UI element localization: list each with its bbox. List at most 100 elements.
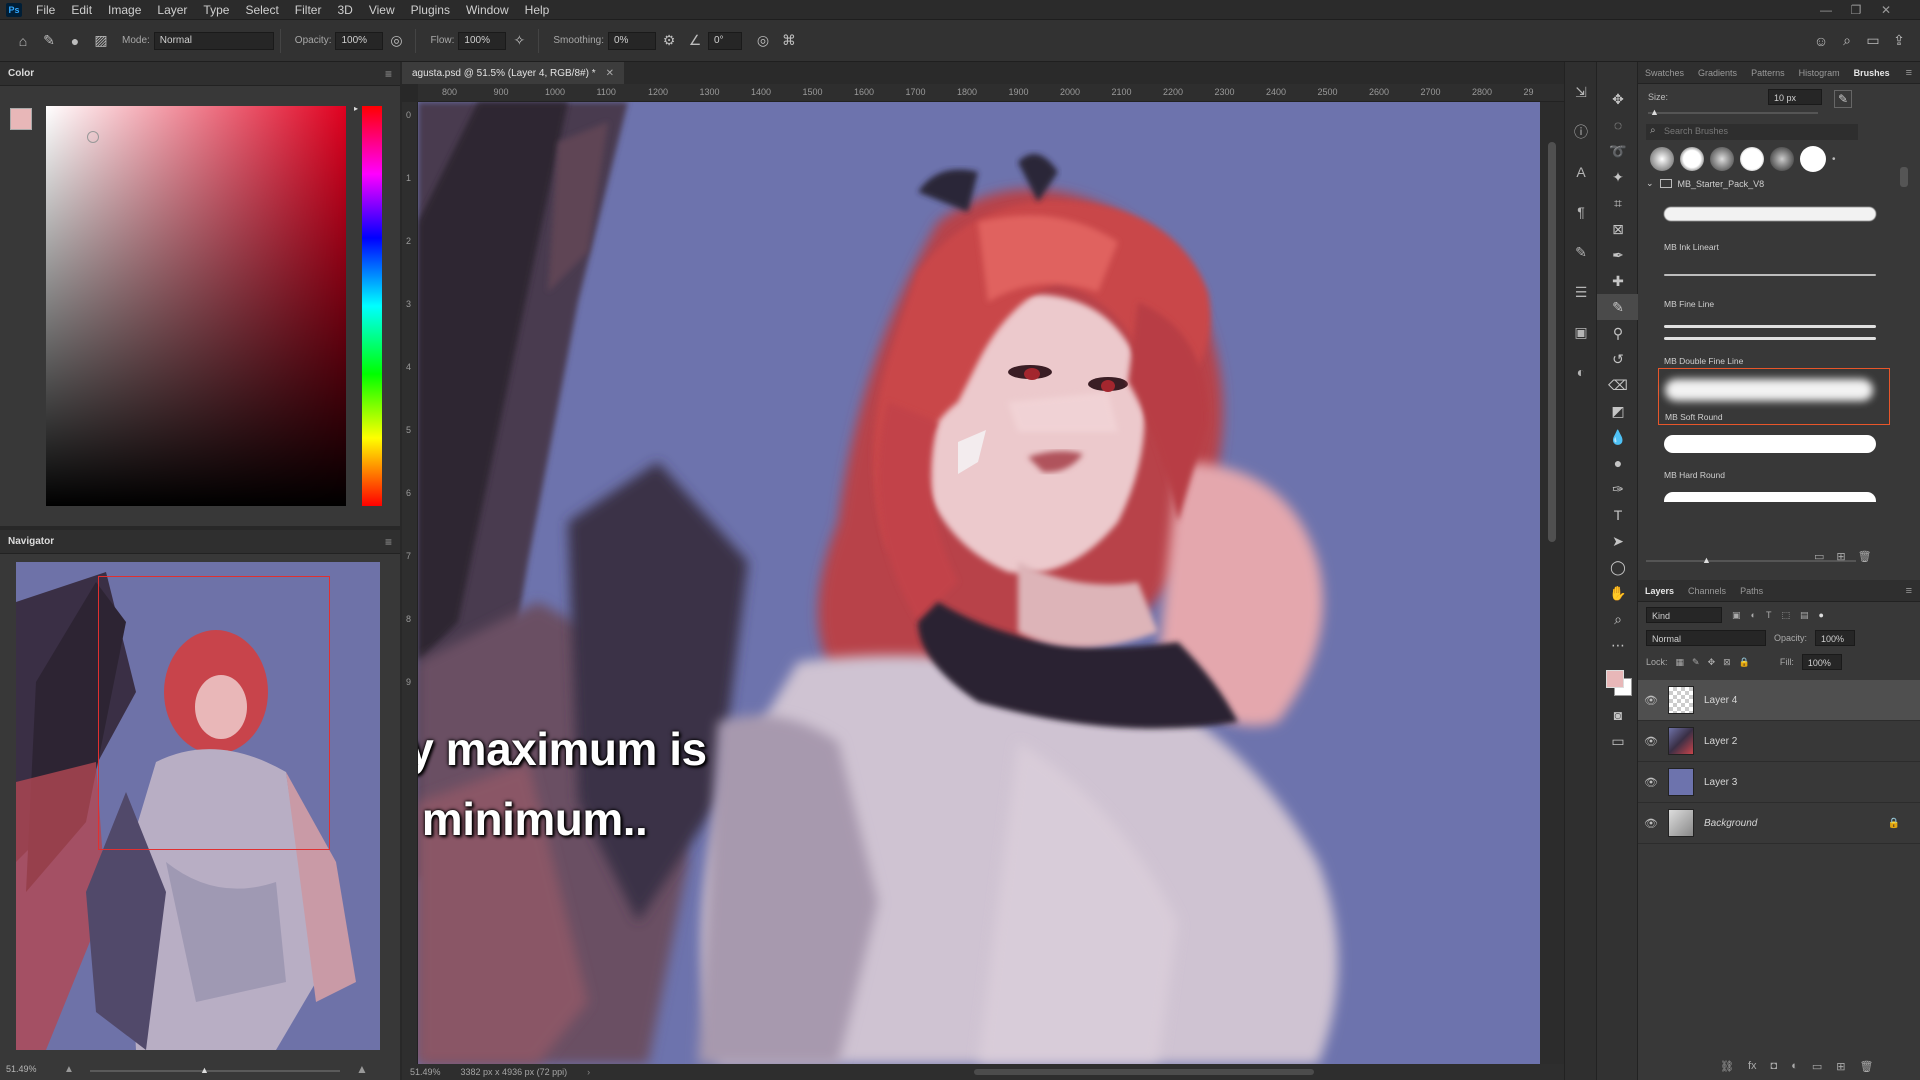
more-tools-icon[interactable]: ⋯ (1597, 632, 1639, 658)
libraries-icon[interactable]: ▣ (1565, 312, 1597, 352)
delete-layer-icon[interactable]: 🗑 (1859, 1060, 1873, 1073)
hue-marker[interactable]: ▸ (354, 104, 358, 113)
history-icon[interactable]: ⇲ (1565, 72, 1597, 112)
new-folder-icon[interactable]: ▭ (1814, 550, 1824, 563)
scrollbar-thumb[interactable] (1548, 142, 1556, 542)
hue-slider[interactable] (362, 106, 382, 506)
menu-view[interactable]: View (361, 0, 403, 20)
flow-field[interactable]: 100% (458, 31, 507, 50)
status-expand-icon[interactable]: › (587, 1067, 590, 1077)
panel-menu-icon[interactable]: ≡ (385, 67, 392, 81)
marquee-tool-icon[interactable]: ◌ (1597, 112, 1639, 138)
tab-gradients[interactable]: Gradients (1691, 62, 1744, 84)
eye-icon[interactable]: 👁 (1638, 694, 1664, 707)
menu-layer[interactable]: Layer (149, 0, 195, 20)
workspace-icon[interactable]: ▭ (1860, 28, 1886, 54)
path-selection-tool-icon[interactable]: ➤ (1597, 528, 1639, 554)
minimize-icon[interactable]: — (1812, 0, 1840, 20)
panel-menu-icon[interactable]: ≡ (385, 535, 392, 549)
character-icon[interactable]: A (1565, 152, 1597, 192)
menu-edit[interactable]: Edit (63, 0, 100, 20)
healing-tool-icon[interactable]: ✚ (1597, 268, 1639, 294)
menu-select[interactable]: Select (237, 0, 286, 20)
blend-mode-select[interactable]: Normal (1646, 630, 1766, 646)
recent-brush-4[interactable] (1740, 147, 1764, 171)
layer-row[interactable]: 👁 Layer 3 (1638, 762, 1920, 803)
new-brush-icon[interactable]: ⊞ (1836, 550, 1845, 563)
panel-menu-icon[interactable]: ≡ (1906, 585, 1912, 597)
status-zoom[interactable]: 51.49% (410, 1067, 441, 1077)
recent-brush-3[interactable] (1710, 147, 1734, 171)
brush-search-input[interactable]: Search Brushes (1646, 124, 1858, 140)
angle-field[interactable]: 0° (707, 31, 742, 50)
close-icon[interactable]: ✕ (1872, 0, 1900, 20)
filter-pixel-icon[interactable]: ▣ (1732, 610, 1741, 621)
vertical-scrollbar[interactable] (1540, 102, 1564, 1064)
brush-size-slider[interactable]: ▲ (1648, 107, 1818, 117)
brush-settings-panel-icon[interactable]: ✎ (1565, 232, 1597, 272)
lock-all-icon[interactable]: 🔒 (1739, 657, 1750, 668)
delete-icon[interactable]: 🗑 (1858, 550, 1872, 563)
brush-size-slider-thumb[interactable]: ▲ (1650, 107, 1659, 117)
layer-style-icon[interactable]: fx (1748, 1060, 1757, 1073)
filter-adjustment-icon[interactable]: ◐ (1751, 610, 1756, 620)
menu-filter[interactable]: Filter (287, 0, 330, 20)
zoom-slider-thumb[interactable]: ▲ (200, 1065, 209, 1075)
zoom-in-icon[interactable]: ▲ (356, 1062, 368, 1076)
clone-stamp-tool-icon[interactable]: ⚲ (1597, 320, 1639, 346)
recent-brush-1[interactable] (1650, 147, 1674, 171)
status-document-info[interactable]: 3382 px x 4936 px (72 ppi) (461, 1067, 568, 1077)
shape-tool-icon[interactable]: ◯ (1597, 554, 1639, 580)
dodge-tool-icon[interactable]: ● (1597, 450, 1639, 476)
menu-type[interactable]: Type (195, 0, 237, 20)
layer-kind-filter[interactable]: Kind (1646, 607, 1722, 623)
filter-toggle-icon[interactable]: ● (1818, 610, 1823, 620)
color-picker-cursor[interactable] (87, 131, 99, 143)
airbrush-icon[interactable]: ✧ (506, 28, 532, 54)
canvas[interactable]: me thinking my maximum is someones minim… (418, 102, 1540, 1064)
properties-icon[interactable]: ◐ (1565, 352, 1597, 392)
move-tool-icon[interactable]: ✥ (1597, 86, 1639, 112)
pressure-size-icon[interactable]: ◎ (750, 28, 776, 54)
document-tab[interactable]: agusta.psd @ 51.5% (Layer 4, RGB/8#) * ✕ (402, 62, 624, 84)
tab-histogram[interactable]: Histogram (1792, 62, 1847, 84)
lock-position-icon[interactable]: ✥ (1708, 657, 1716, 668)
eraser-tool-icon[interactable]: ⌫ (1597, 372, 1639, 398)
tab-brushes[interactable]: Brushes (1847, 62, 1897, 84)
eyedropper-tool-icon[interactable]: ✒ (1597, 242, 1639, 268)
pressure-opacity-icon[interactable]: ◎ (383, 28, 409, 54)
menu-file[interactable]: File (28, 0, 63, 20)
lock-transparent-icon[interactable]: ▦ (1676, 657, 1685, 668)
brush-item[interactable]: MB Fine Line (1658, 254, 1892, 311)
recent-brush-5[interactable] (1770, 147, 1794, 171)
eye-icon[interactable]: 👁 (1638, 735, 1664, 748)
zoom-out-icon[interactable]: ▲ (64, 1064, 74, 1075)
brush-item[interactable] (1658, 482, 1892, 502)
maximize-icon[interactable]: ❐ (1842, 0, 1870, 20)
brush-folder[interactable]: ⌄ MB_Starter_Pack_V8 (1646, 178, 1764, 189)
layer-row[interactable]: 👁 Layer 2 (1638, 721, 1920, 762)
new-brush-icon[interactable]: ✎ (1834, 90, 1852, 108)
quick-mask-icon[interactable]: ◙ (1597, 702, 1639, 728)
navigator-thumbnail[interactable] (16, 562, 380, 1050)
fill-field[interactable]: 100% (1801, 654, 1842, 670)
brush-item[interactable]: MB Double Fine Line (1658, 311, 1892, 368)
navigator-zoom-slider[interactable]: ▲ (90, 1065, 340, 1075)
navigator-view-box[interactable] (98, 576, 330, 850)
screen-mode-icon[interactable]: ▭ (1597, 728, 1639, 754)
lasso-tool-icon[interactable]: ➰ (1597, 138, 1639, 164)
crop-tool-icon[interactable]: ⌗ (1597, 190, 1639, 216)
brush-settings-icon[interactable]: ▨ (88, 28, 114, 54)
paragraph-icon[interactable]: ¶ (1565, 192, 1597, 232)
recent-brushes-more[interactable]: • (1832, 154, 1836, 165)
pen-tool-icon[interactable]: ✑ (1597, 476, 1639, 502)
lock-pixels-icon[interactable]: ✎ (1692, 657, 1700, 668)
recent-brush-6[interactable] (1800, 146, 1826, 172)
brush-tool-icon[interactable]: ✎ (36, 28, 62, 54)
blur-tool-icon[interactable]: 💧 (1597, 424, 1639, 450)
recent-brush-2[interactable] (1680, 147, 1704, 171)
tab-swatches[interactable]: Swatches (1638, 62, 1691, 84)
smoothing-field[interactable]: 0% (607, 31, 656, 50)
panel-menu-icon[interactable]: ≡ (1906, 67, 1912, 79)
filter-shape-icon[interactable]: ⬚ (1781, 610, 1790, 621)
